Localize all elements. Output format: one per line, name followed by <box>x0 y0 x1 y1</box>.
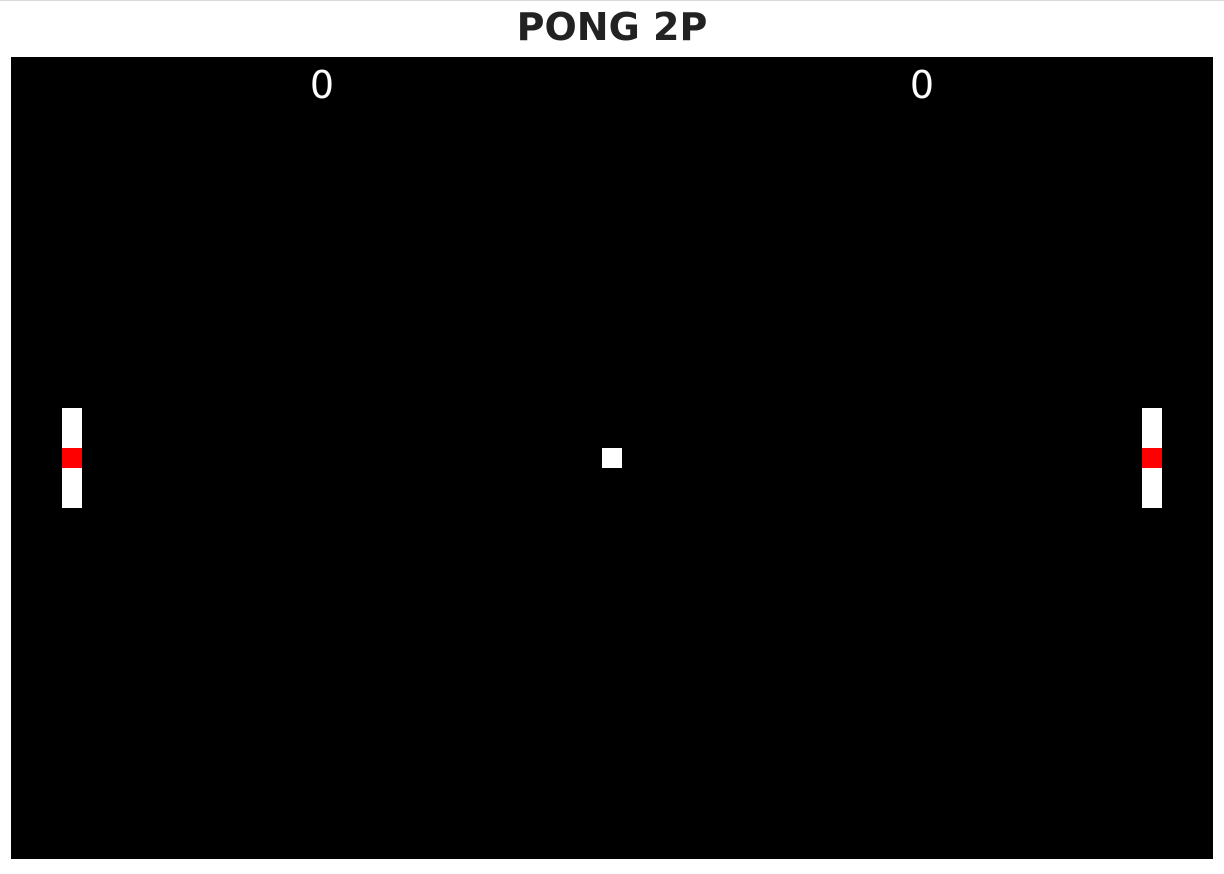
game-canvas[interactable]: 0 0 <box>11 57 1213 859</box>
game-title: PONG 2P <box>516 5 708 49</box>
left-paddle-center-marker <box>62 448 82 468</box>
ball <box>602 448 622 468</box>
right-paddle <box>1142 408 1162 508</box>
right-player-score: 0 <box>909 63 935 107</box>
right-paddle-center-marker <box>1142 448 1162 468</box>
left-paddle <box>62 408 82 508</box>
left-player-score: 0 <box>309 63 335 107</box>
top-divider <box>0 0 1224 1</box>
